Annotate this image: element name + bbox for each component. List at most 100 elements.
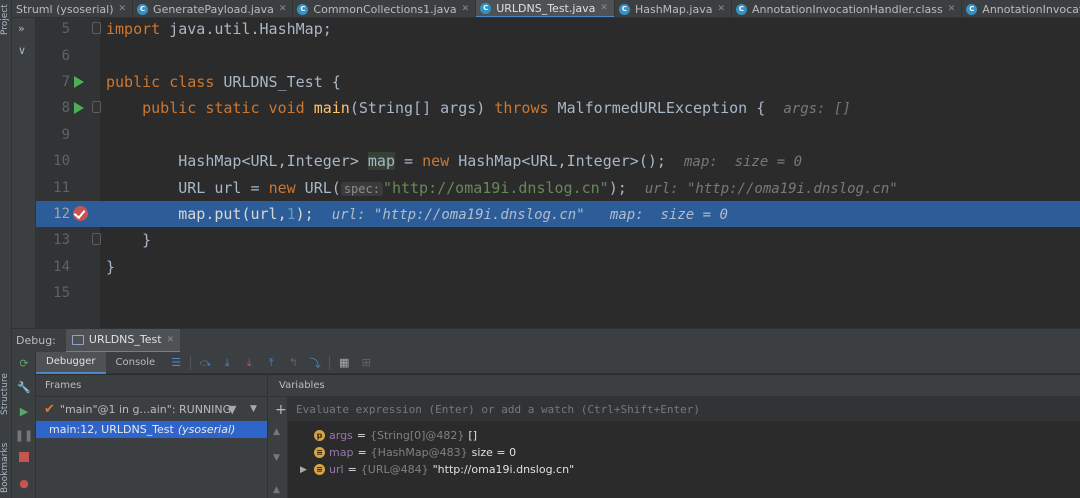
close-icon[interactable]: ✕ bbox=[279, 4, 287, 14]
close-icon[interactable]: ✕ bbox=[600, 3, 608, 13]
frames-panel: Frames ✔ "main"@1 in g...ain": RUNNING ▼… bbox=[36, 375, 268, 498]
code-line[interactable]: 13 } bbox=[36, 227, 1080, 253]
variable-row[interactable]: p args = {String[0]@482} [] bbox=[288, 427, 1080, 444]
session-icon bbox=[71, 334, 84, 345]
run-main-icon[interactable] bbox=[74, 102, 84, 115]
close-icon[interactable]: ✕ bbox=[948, 4, 956, 14]
fold-marker-icon[interactable] bbox=[92, 101, 101, 114]
structure-tool-label[interactable]: Structure bbox=[0, 368, 12, 420]
variables-title: Variables bbox=[270, 375, 1080, 397]
code-text: map.put(url, bbox=[178, 204, 287, 223]
wrench-icon[interactable]: 🔧 bbox=[17, 380, 31, 394]
close-icon[interactable]: ✕ bbox=[717, 4, 725, 14]
thread-selector[interactable]: ✔ "main"@1 in g...ain": RUNNING ▼ ▼ bbox=[36, 397, 267, 421]
project-tree-panel: » ∨ bbox=[12, 18, 36, 328]
step-out-icon[interactable]: ⤒ bbox=[260, 352, 282, 374]
code-text: URL( bbox=[295, 178, 341, 197]
evaluate-expression-input[interactable]: Evaluate expression (Enter) or add a wat… bbox=[288, 397, 1080, 421]
close-icon[interactable]: ✕ bbox=[119, 4, 127, 14]
tab-label: GeneratePayload.java bbox=[153, 2, 274, 16]
stack-frame-selected[interactable]: main:12, URLDNS_Test (ysoserial) bbox=[36, 421, 267, 438]
arrow-more-icon[interactable]: ▲ bbox=[273, 485, 280, 495]
breakpoint-icon[interactable] bbox=[73, 205, 88, 221]
keyword: new bbox=[422, 152, 450, 171]
close-icon[interactable]: ✕ bbox=[462, 4, 470, 14]
variable-name: args bbox=[329, 429, 353, 442]
fold-marker-icon[interactable] bbox=[92, 22, 101, 34]
code-line[interactable]: 9 bbox=[36, 122, 1080, 148]
chevron-right-icon[interactable]: ▶ bbox=[300, 465, 310, 475]
layout-settings-icon[interactable]: ⊞ bbox=[355, 352, 377, 374]
chevron-down-icon[interactable]: ▼ bbox=[250, 404, 257, 414]
add-watch-icon[interactable]: + bbox=[275, 402, 287, 418]
current-execution-line[interactable]: 12 map.put(url,1); url: "http://oma19i.d… bbox=[36, 200, 1080, 228]
view-breakpoints-icon[interactable]: ● bbox=[17, 476, 31, 490]
line-number: 15 bbox=[53, 285, 70, 302]
rerun-icon[interactable]: ⟳ bbox=[17, 356, 31, 370]
stop-icon[interactable] bbox=[17, 450, 31, 464]
code-text: ); bbox=[608, 178, 627, 197]
variable-type: {String[0]@482} bbox=[370, 429, 465, 442]
code-editor[interactable]: 5 import java.util.HashMap; 6 7 public c… bbox=[36, 18, 1080, 328]
check-icon: ✔ bbox=[44, 401, 55, 417]
resume-icon[interactable]: ▶ bbox=[17, 404, 31, 418]
keyword: new bbox=[268, 178, 296, 197]
code-text: MalformedURLException { bbox=[548, 99, 766, 118]
variables-panel: Variables Evaluate expression (Enter) or… bbox=[270, 375, 1080, 498]
menu-icon[interactable]: ☰ bbox=[165, 352, 187, 374]
fold-marker-icon[interactable] bbox=[92, 233, 101, 246]
tab-label: AnnotationInvocationHandler.class bbox=[752, 2, 943, 16]
run-to-cursor-icon[interactable]: ⤵ bbox=[304, 352, 326, 374]
arrow-up-icon[interactable]: ▲ bbox=[273, 427, 280, 437]
chevron-right-icon[interactable]: » bbox=[18, 22, 25, 35]
field-icon: ≡ bbox=[314, 464, 325, 475]
evaluate-expression-icon[interactable]: ▦ bbox=[333, 352, 355, 374]
code-line[interactable]: 5 import java.util.HashMap; bbox=[36, 16, 1080, 42]
field-icon: ≡ bbox=[314, 447, 325, 458]
java-class-icon: C bbox=[618, 3, 630, 15]
code-text: = bbox=[395, 152, 423, 171]
tab-debugger[interactable]: Debugger bbox=[36, 351, 106, 374]
variable-name: url bbox=[329, 463, 344, 476]
code-line[interactable]: 7 public class URLDNS_Test { bbox=[36, 69, 1080, 95]
code-text: (String[] args) bbox=[349, 99, 495, 118]
run-class-icon[interactable] bbox=[74, 75, 84, 88]
line-number: 6 bbox=[61, 47, 70, 64]
project-tool-label[interactable]: Project bbox=[0, 2, 12, 38]
variable-row[interactable]: ≡ map = {HashMap@483} size = 0 bbox=[288, 444, 1080, 461]
number-literal: 1 bbox=[286, 204, 296, 223]
code-line[interactable]: 8 public static void main(String[] args)… bbox=[36, 95, 1080, 121]
close-icon[interactable]: ✕ bbox=[167, 335, 175, 345]
java-class-icon: C bbox=[480, 2, 492, 14]
code-line[interactable]: 6 bbox=[36, 42, 1080, 68]
variable-row[interactable]: ▶ ≡ url = {URL@484} "http://oma19i.dnslog… bbox=[288, 461, 1080, 478]
filter-icon[interactable]: ▼ bbox=[228, 403, 236, 416]
variable-type: {URL@484} bbox=[360, 463, 429, 476]
drop-frame-icon[interactable]: ↰ bbox=[282, 352, 304, 374]
inline-debug-value: args: [] bbox=[783, 101, 851, 118]
show-execution-point-icon[interactable]: ⤼ bbox=[194, 352, 216, 374]
java-class-icon: C bbox=[966, 3, 978, 15]
keyword: public class bbox=[106, 72, 215, 91]
tab-console[interactable]: Console bbox=[106, 352, 166, 374]
line-number: 13 bbox=[53, 232, 70, 249]
chevron-down-icon[interactable]: ∨ bbox=[18, 44, 26, 57]
code-text: } bbox=[142, 231, 152, 250]
debugger-toolbar: Debugger Console ☰ ⤼ ⤓ ⤓ ⤒ ↰ ⤵ ▦ ⊞ bbox=[36, 351, 1080, 374]
frame-module: (ysoserial) bbox=[177, 423, 236, 436]
inline-debug-value: url: "http://oma19i.dnslog.cn" map: size… bbox=[331, 206, 728, 223]
code-line[interactable]: 15 bbox=[36, 280, 1080, 306]
bookmarks-tool-label[interactable]: Bookmarks bbox=[0, 440, 12, 496]
debug-session-tab[interactable]: URLDNS_Test ✕ bbox=[65, 328, 181, 353]
step-into-icon[interactable]: ⤓ bbox=[238, 352, 260, 374]
arrow-down-icon[interactable]: ▼ bbox=[273, 453, 280, 463]
code-line[interactable]: 14 } bbox=[36, 254, 1080, 280]
parameter-hint: spec: bbox=[340, 181, 383, 196]
pause-icon[interactable]: ❚❚ bbox=[15, 428, 33, 442]
code-line[interactable]: 11 URL url = new URL(spec: "http://oma19i… bbox=[36, 174, 1080, 200]
step-over-icon[interactable]: ⤓ bbox=[216, 352, 238, 374]
code-text: java.util.HashMap; bbox=[160, 20, 332, 39]
line-number: 9 bbox=[61, 126, 70, 143]
tab-label: URLDNS_Test.java bbox=[496, 1, 596, 15]
code-line[interactable]: 10 HashMap<URL,Integer> map = new HashMa… bbox=[36, 148, 1080, 174]
